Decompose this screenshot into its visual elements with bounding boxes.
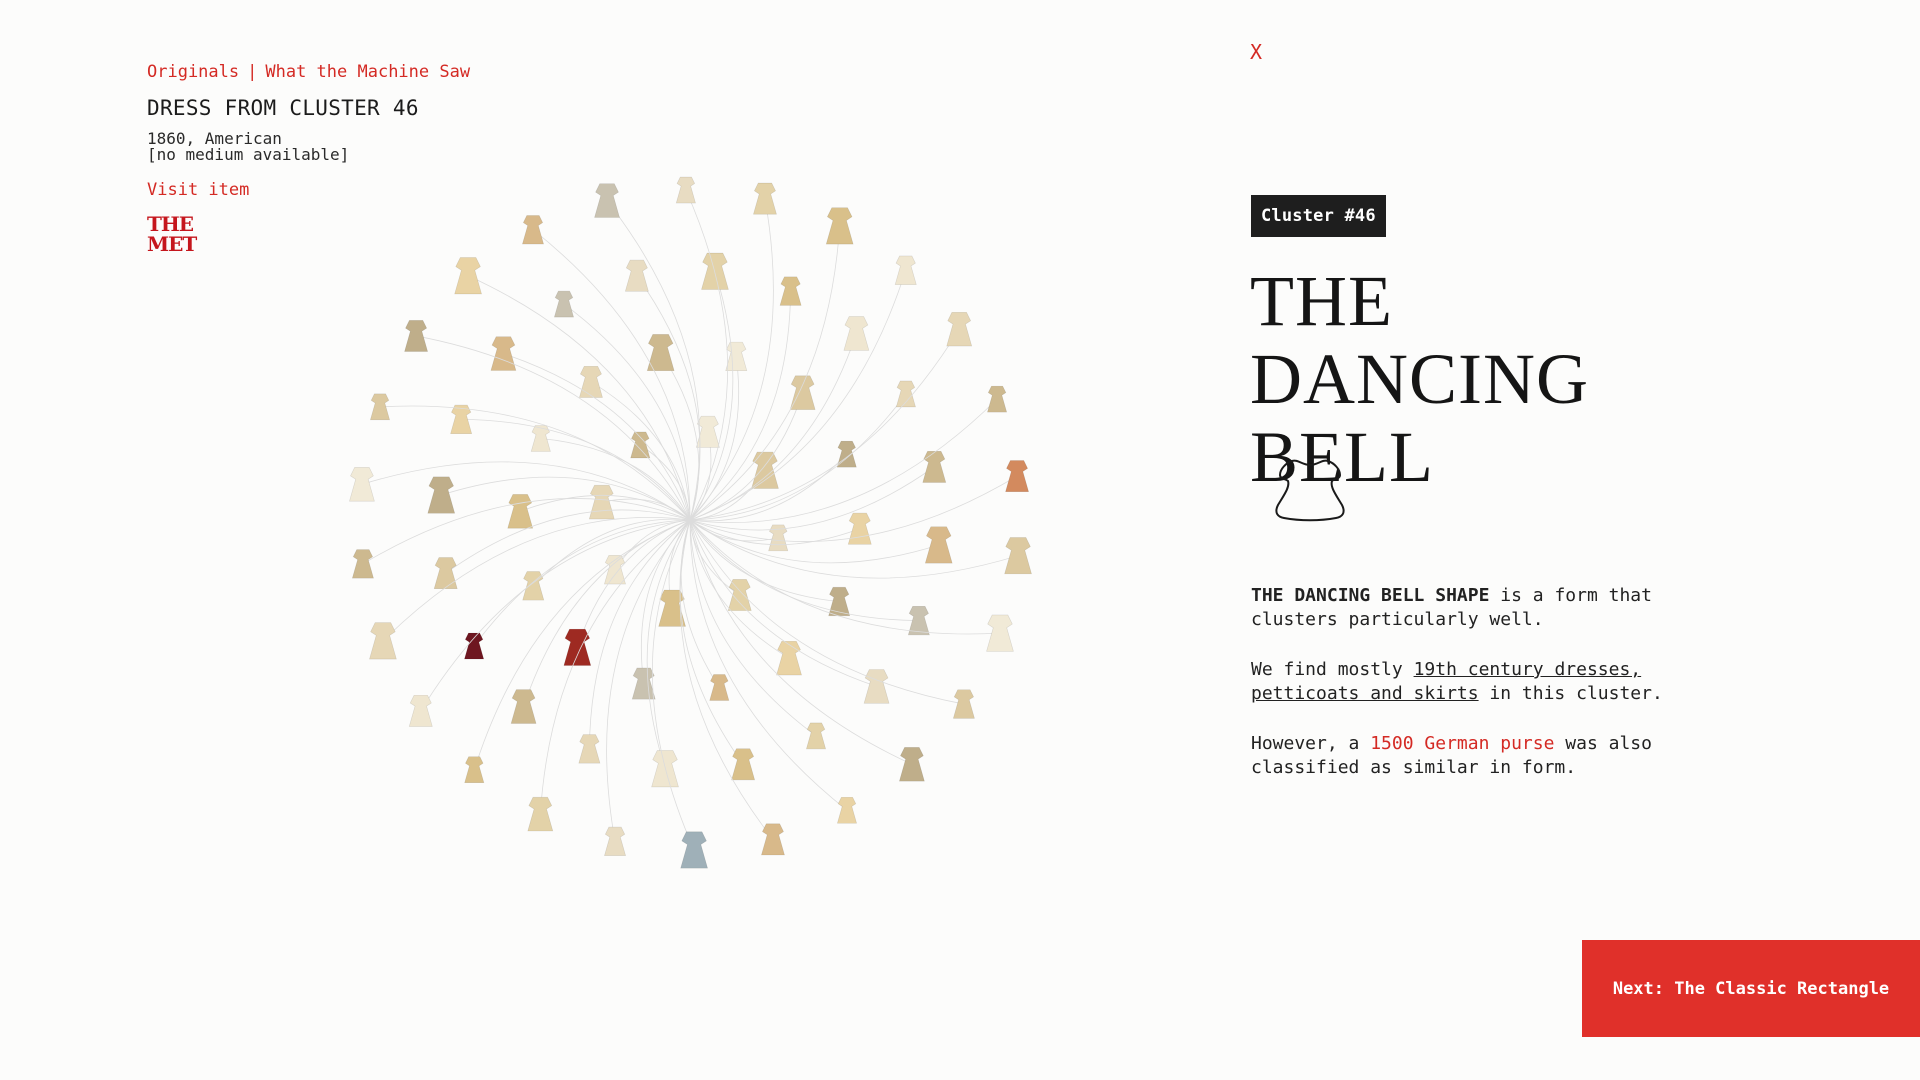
dress-thumbnail[interactable]: [594, 183, 620, 218]
description-paragraph-1: THE DANCING BELL SHAPE is a form that cl…: [1251, 584, 1711, 632]
connection-line: [689, 393, 907, 521]
dress-thumbnail[interactable]: [727, 579, 752, 611]
view-toggle: Originals | What the Machine Saw: [147, 62, 470, 82]
dress-thumbnail[interactable]: [1005, 460, 1029, 493]
dress-thumbnail[interactable]: [604, 826, 626, 856]
dress-thumbnail[interactable]: [349, 467, 375, 502]
description-paragraph-2: We find mostly 19th century dresses, pet…: [1251, 658, 1711, 706]
connection-line: [689, 333, 857, 521]
description-paragraph-3: However, a 1500 German purse was also cl…: [1251, 732, 1711, 780]
dress-thumbnail[interactable]: [507, 494, 534, 529]
dress-thumbnail[interactable]: [828, 586, 851, 617]
dress-thumbnail[interactable]: [578, 734, 601, 764]
dress-thumbnail[interactable]: [847, 512, 872, 545]
para2-post: in this cluster.: [1478, 683, 1663, 704]
dress-thumbnail[interactable]: [789, 375, 816, 410]
dress-thumbnail[interactable]: [843, 316, 870, 351]
dress-thumbnail[interactable]: [825, 207, 854, 245]
dress-thumbnail[interactable]: [588, 484, 615, 520]
dress-thumbnail[interactable]: [863, 669, 890, 704]
dress-thumbnail[interactable]: [680, 831, 708, 869]
dress-thumbnail[interactable]: [579, 365, 603, 398]
dress-cluster-svg: [349, 176, 1032, 869]
german-purse-link[interactable]: 1500 German purse: [1370, 733, 1554, 754]
next-cluster-label: Next: The Classic Rectangle: [1612, 978, 1890, 999]
dress-thumbnail[interactable]: [753, 182, 777, 215]
dress-thumbnail[interactable]: [553, 290, 574, 318]
connection-line: [473, 519, 691, 647]
dress-thumbnail[interactable]: [658, 589, 686, 627]
dress-thumbnail[interactable]: [624, 259, 649, 292]
visit-item-link[interactable]: Visit item: [147, 180, 249, 200]
dress-thumbnail[interactable]: [631, 667, 656, 700]
dress-thumbnail[interactable]: [351, 549, 374, 579]
connection-line: [636, 275, 701, 521]
dress-thumbnail[interactable]: [563, 628, 592, 666]
dress-thumbnail[interactable]: [836, 796, 857, 824]
cluster-badge: Cluster #46: [1251, 195, 1386, 237]
nav-separator: |: [247, 62, 258, 82]
connection-line: [540, 438, 691, 521]
machine-view-link[interactable]: What the Machine Saw: [265, 62, 470, 82]
met-logo[interactable]: THE MET: [147, 212, 197, 256]
dress-thumbnail[interactable]: [527, 796, 554, 832]
dress-thumbnail[interactable]: [510, 689, 537, 724]
dress-thumbnail[interactable]: [404, 320, 429, 352]
dress-thumbnail[interactable]: [806, 722, 827, 750]
connection-line: [679, 519, 744, 765]
cluster-description: THE DANCING BELL SHAPE is a form that cl…: [1251, 584, 1711, 806]
connection-line: [651, 519, 695, 851]
dress-thumbnail[interactable]: [490, 336, 517, 371]
dress-thumbnail[interactable]: [779, 276, 802, 306]
dress-thumbnail[interactable]: [464, 756, 485, 784]
dress-thumbnail[interactable]: [946, 311, 973, 347]
dress-thumbnail[interactable]: [731, 748, 756, 781]
dress-thumbnail[interactable]: [454, 257, 482, 295]
item-title: DRESS FROM CLUSTER 46: [147, 96, 419, 120]
dress-thumbnail[interactable]: [725, 341, 748, 372]
shape-name-bold: THE DANCING BELL SHAPE: [1251, 585, 1490, 606]
connection-line: [588, 519, 691, 749]
dress-thumbnail[interactable]: [986, 614, 1014, 652]
next-cluster-button[interactable]: Next: The Classic Rectangle: [1582, 940, 1920, 1037]
dress-thumbnail[interactable]: [924, 526, 953, 564]
dress-thumbnail[interactable]: [751, 451, 779, 489]
dress-thumbnail[interactable]: [894, 255, 917, 285]
met-logo-line1: THE: [147, 212, 194, 236]
dress-thumbnail[interactable]: [408, 694, 433, 727]
dress-thumbnail[interactable]: [427, 476, 456, 514]
dress-thumbnail[interactable]: [369, 622, 397, 660]
dress-thumbnail[interactable]: [899, 747, 925, 782]
dress-cluster-visualization[interactable]: [300, 130, 1080, 900]
close-button[interactable]: X: [1250, 40, 1262, 64]
connection-line: [689, 519, 840, 602]
dress-thumbnail[interactable]: [987, 385, 1008, 413]
dress-thumbnail[interactable]: [922, 450, 947, 483]
dress-thumbnail[interactable]: [952, 689, 975, 719]
dress-thumbnail[interactable]: [776, 640, 802, 676]
para3-pre: However, a: [1251, 733, 1371, 754]
connection-line: [614, 519, 691, 570]
dress-thumbnail[interactable]: [1004, 537, 1032, 575]
originals-link[interactable]: Originals: [147, 62, 239, 82]
connection-line: [689, 470, 766, 521]
para2-pre: We find mostly: [1251, 659, 1414, 680]
dress-thumbnail[interactable]: [709, 674, 730, 701]
dress-thumbnail[interactable]: [433, 557, 458, 590]
dress-thumbnail[interactable]: [675, 176, 696, 204]
dress-thumbnail[interactable]: [522, 215, 544, 245]
bell-dress-outline-icon: [1270, 455, 1350, 529]
met-logo-line2: MET: [147, 232, 197, 256]
dress-thumbnail[interactable]: [761, 823, 785, 856]
connection-line: [685, 189, 729, 521]
